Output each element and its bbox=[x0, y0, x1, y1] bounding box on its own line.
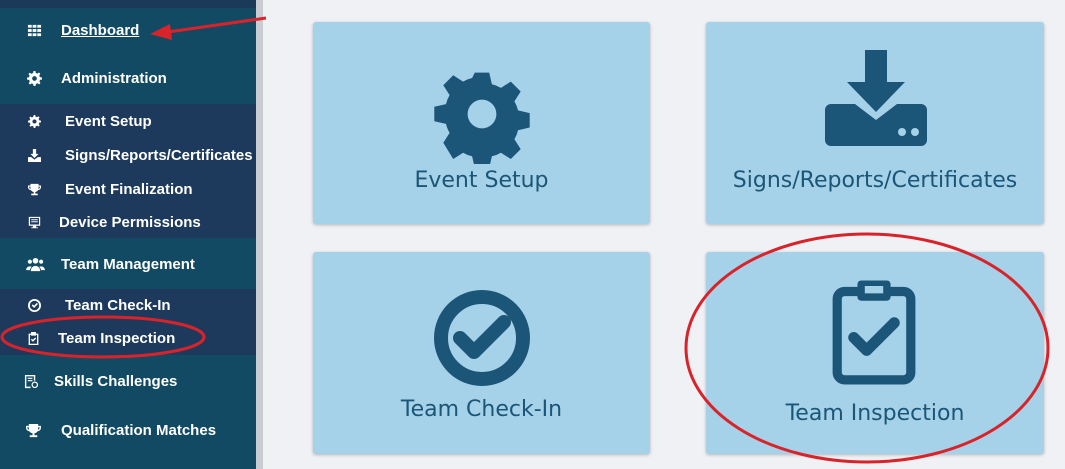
tile-label: Event Setup bbox=[414, 168, 549, 193]
sidebar-divider bbox=[256, 0, 263, 469]
check-circle-icon bbox=[434, 290, 530, 386]
clipboard-check-icon bbox=[26, 332, 40, 346]
gear-icon bbox=[27, 114, 41, 128]
tile-signs-reports-certificates[interactable]: Signs/Reports/Certificates bbox=[706, 22, 1044, 224]
sidebar-item-event-finalization[interactable]: Event Finalization bbox=[0, 172, 258, 206]
team-management-submenu: Team Check-In Team Inspection bbox=[0, 289, 258, 355]
sidebar-top-strip bbox=[0, 0, 258, 8]
tile-team-check-in[interactable]: Team Check-In bbox=[313, 252, 650, 454]
clipboard-check-icon bbox=[832, 280, 916, 385]
sidebar-item-administration[interactable]: Administration bbox=[0, 62, 258, 94]
tile-team-inspection[interactable]: Team Inspection bbox=[706, 252, 1044, 454]
submenu-item-label: Team Inspection bbox=[58, 330, 176, 347]
sidebar: Dashboard Administration Event Setup Sig… bbox=[0, 0, 258, 469]
submenu-item-label: Signs/Reports/Certificates bbox=[65, 146, 253, 164]
sidebar-item-signs-reports[interactable]: Signs/Reports/Certificates bbox=[0, 138, 258, 172]
sidebar-item-dashboard[interactable]: Dashboard bbox=[0, 14, 258, 46]
trophy-icon bbox=[25, 422, 41, 438]
trophy-icon bbox=[27, 182, 41, 196]
administration-submenu: Event Setup Signs/Reports/Certificates E… bbox=[0, 104, 258, 238]
download-icon bbox=[27, 148, 41, 162]
device-icon bbox=[27, 215, 41, 229]
tile-event-setup[interactable]: Event Setup bbox=[313, 22, 650, 224]
tile-label: Team Check-In bbox=[400, 397, 563, 422]
skills-icon bbox=[23, 373, 39, 389]
grid-icon bbox=[26, 22, 42, 38]
sidebar-item-label: Team Management bbox=[61, 255, 195, 273]
gear-icon bbox=[434, 72, 530, 164]
submenu-item-label: Team Check-In bbox=[65, 296, 171, 314]
tile-label: Team Inspection bbox=[785, 401, 965, 426]
sidebar-item-team-check-in[interactable]: Team Check-In bbox=[0, 289, 258, 321]
sidebar-item-qualification-matches[interactable]: Qualification Matches bbox=[0, 413, 258, 447]
sidebar-item-device-permissions[interactable]: Device Permissions bbox=[0, 206, 258, 238]
sidebar-item-event-setup[interactable]: Event Setup bbox=[0, 104, 258, 138]
sidebar-item-label: Dashboard bbox=[61, 21, 140, 39]
sidebar-item-skills-challenges[interactable]: Skills Challenges bbox=[0, 364, 258, 398]
sidebar-item-label: Qualification Matches bbox=[61, 421, 217, 439]
sidebar-item-label: Skills Challenges bbox=[54, 372, 178, 390]
gear-icon bbox=[26, 70, 42, 86]
sidebar-item-team-management[interactable]: Team Management bbox=[0, 247, 258, 281]
download-icon bbox=[825, 50, 927, 146]
check-circle-icon bbox=[27, 298, 41, 312]
submenu-item-label: Event Finalization bbox=[65, 180, 193, 198]
users-icon bbox=[25, 256, 45, 272]
sidebar-item-team-inspection[interactable]: Team Inspection bbox=[0, 322, 258, 355]
submenu-item-label: Event Setup bbox=[65, 112, 152, 130]
submenu-item-label: Device Permissions bbox=[59, 213, 201, 231]
tile-label: Signs/Reports/Certificates bbox=[732, 168, 1018, 193]
sidebar-item-label: Administration bbox=[61, 69, 167, 87]
